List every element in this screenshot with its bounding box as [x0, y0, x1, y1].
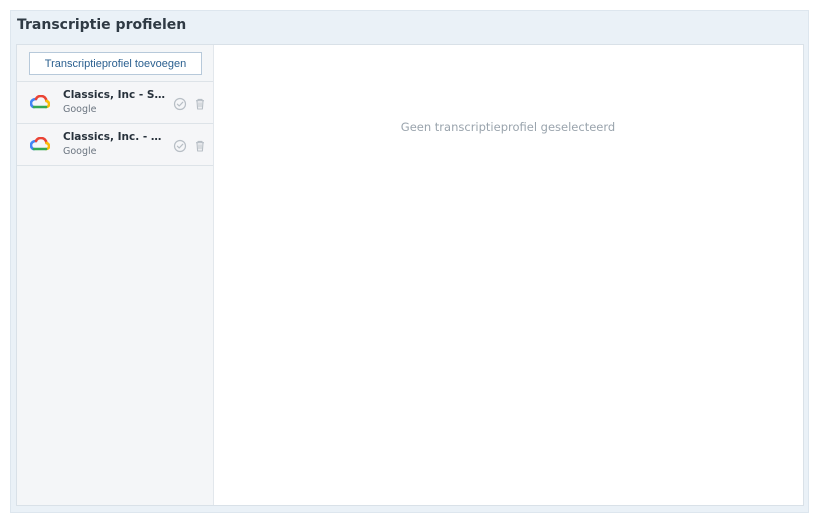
profile-list-item-english[interactable]: Classics, Inc. - English Google	[17, 124, 213, 166]
check-circle-icon[interactable]	[173, 96, 187, 111]
trash-icon[interactable]	[193, 96, 207, 110]
profiles-panel: Transcriptieprofiel toevoegen Classics, …	[16, 44, 804, 506]
profile-list-item-spanish[interactable]: Classics, Inc - Spanish Google	[17, 82, 213, 124]
google-cloud-icon	[29, 136, 51, 153]
trash-icon[interactable]	[193, 138, 207, 152]
profile-provider: Google	[63, 146, 97, 157]
profile-name: Classics, Inc - Spanish	[63, 89, 167, 101]
profiles-sidebar: Transcriptieprofiel toevoegen Classics, …	[17, 45, 214, 505]
profile-list: Classics, Inc - Spanish Google	[17, 81, 213, 166]
check-circle-icon[interactable]	[173, 138, 187, 153]
empty-state-message: Geen transcriptieprofiel geselecteerd	[400, 120, 616, 134]
page-title: Transcriptie profielen	[17, 17, 187, 33]
profile-name: Classics, Inc. - English	[63, 131, 167, 143]
add-transcription-profile-button[interactable]: Transcriptieprofiel toevoegen	[29, 52, 202, 75]
profile-provider: Google	[63, 104, 97, 115]
transcription-profiles-page: Transcriptie profielen Transcriptieprofi…	[10, 10, 809, 513]
google-cloud-icon	[29, 94, 51, 111]
